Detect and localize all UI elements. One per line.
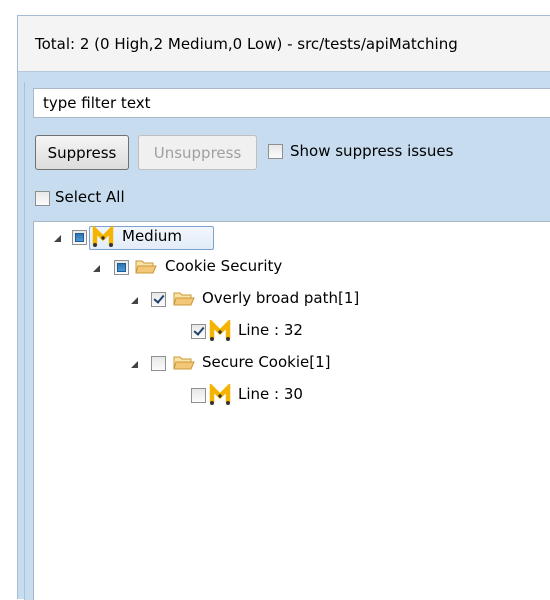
issues-view: Total: 2 (0 High,2 Medium,0 Low) - src/t…	[17, 15, 550, 600]
line-30-checkbox[interactable]	[191, 388, 206, 403]
tree-node-label: Line : 32	[238, 321, 303, 339]
summary-bar: Total: 2 (0 High,2 Medium,0 Low) - src/t…	[18, 16, 550, 72]
overly-broad-path-checkbox[interactable]	[151, 292, 166, 307]
medium-checkbox[interactable]	[72, 230, 87, 245]
expand-toggle-icon[interactable]	[93, 265, 100, 272]
select-all-checkbox[interactable]	[35, 191, 50, 206]
summary-text: Total: 2 (0 High,2 Medium,0 Low) - src/t…	[35, 35, 458, 53]
tree-node-label: Line : 30	[238, 385, 303, 403]
secure-cookie-checkbox[interactable]	[151, 356, 166, 371]
tree-node-line-30[interactable]: Line : 30	[34, 382, 334, 407]
show-suppressed-label[interactable]: Show suppress issues	[290, 142, 453, 160]
tree-node-line-32[interactable]: Line : 32	[34, 318, 334, 343]
tree-node-label: Overly broad path[1]	[202, 289, 360, 307]
tree-node-overly-broad-path[interactable]: Overly broad path[1]	[34, 286, 414, 311]
tree-node-medium[interactable]: Medium	[34, 222, 334, 250]
medium-severity-icon	[209, 384, 231, 405]
select-all-label[interactable]: Select All	[55, 188, 125, 206]
filter-input[interactable]	[33, 88, 550, 118]
issues-panel: Suppress Unsuppress Show suppress issues…	[24, 82, 550, 600]
tree-node-label: Secure Cookie[1]	[202, 353, 331, 371]
suppress-button[interactable]: Suppress	[35, 135, 129, 170]
folder-icon	[173, 292, 195, 306]
medium-severity-icon	[92, 226, 114, 247]
folder-icon	[173, 356, 195, 370]
medium-severity-icon	[209, 320, 231, 341]
folder-icon	[135, 260, 157, 274]
tree-node-cookie-security[interactable]: Cookie Security	[34, 254, 354, 279]
expand-toggle-icon[interactable]	[54, 235, 61, 242]
cookie-security-checkbox[interactable]	[114, 260, 129, 275]
expand-toggle-icon[interactable]	[131, 361, 138, 368]
tree-node-label: Cookie Security	[165, 257, 283, 275]
unsuppress-button[interactable]: Unsuppress	[138, 135, 257, 170]
line-32-checkbox[interactable]	[191, 324, 206, 339]
issues-tree: Medium Cookie Security Overly broad path…	[33, 221, 550, 600]
tree-node-label: Medium	[122, 227, 182, 245]
tree-node-secure-cookie[interactable]: Secure Cookie[1]	[34, 350, 414, 375]
show-suppressed-checkbox[interactable]	[268, 144, 283, 159]
expand-toggle-icon[interactable]	[131, 297, 138, 304]
